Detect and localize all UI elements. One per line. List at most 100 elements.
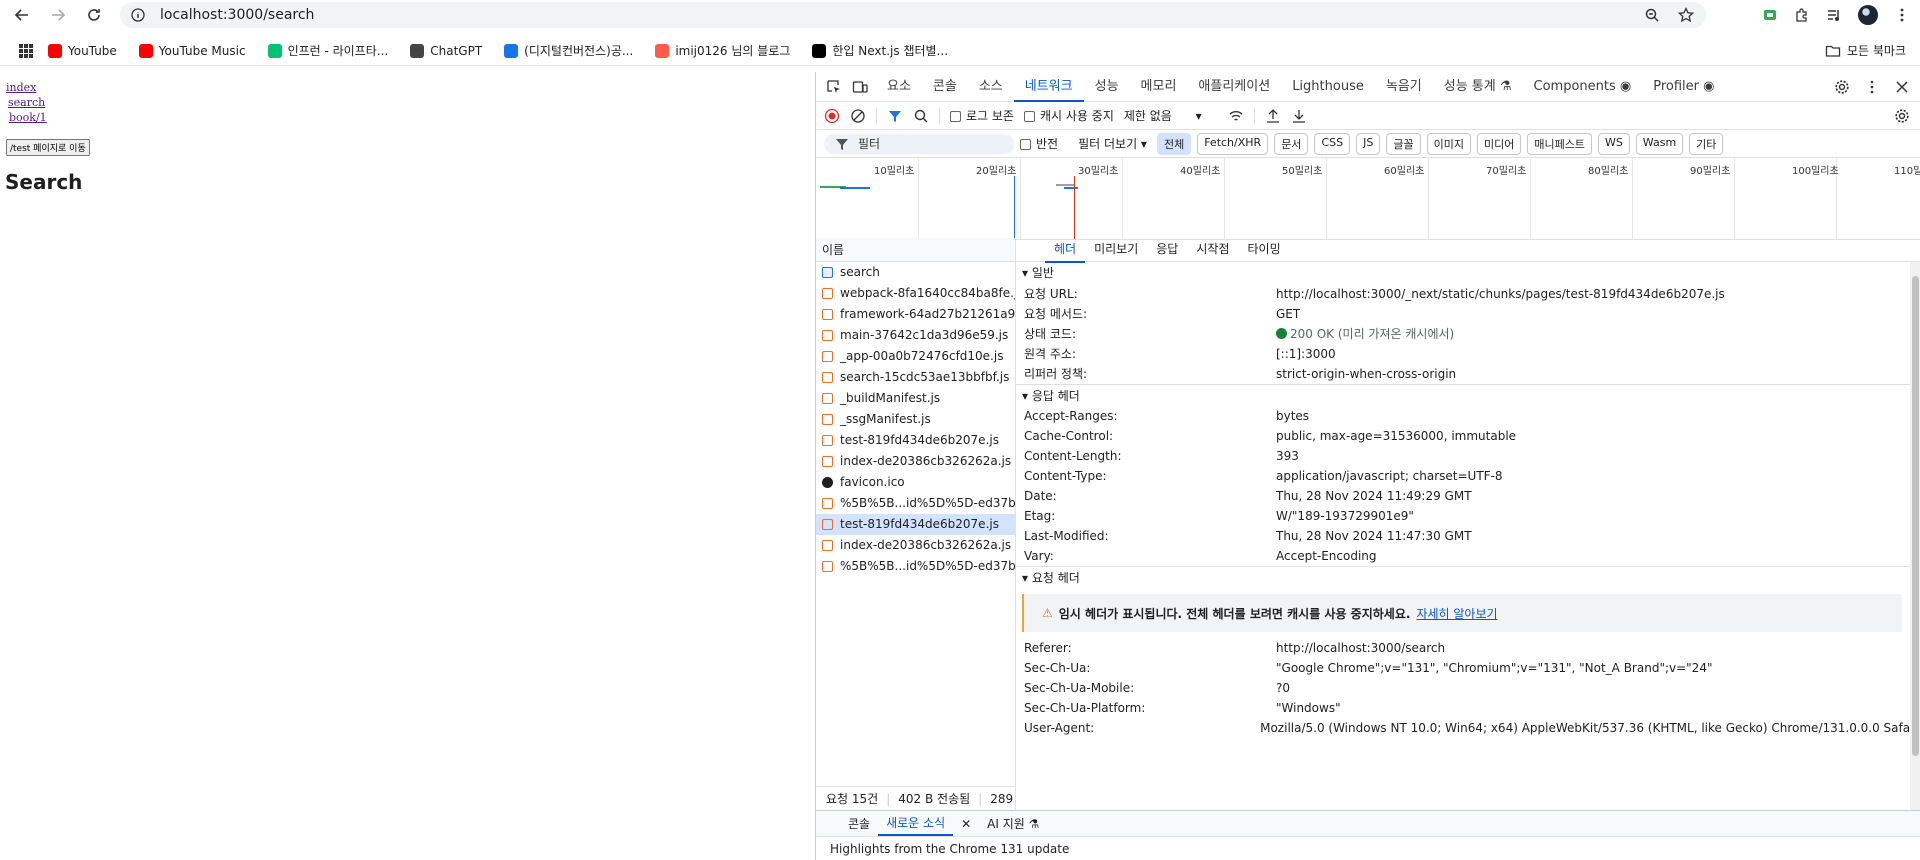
detail-tab[interactable]: 시작점 [1187, 238, 1238, 263]
filter-chip[interactable]: 기타 [1689, 132, 1724, 155]
star-bookmark-icon[interactable] [1678, 7, 1694, 23]
detail-scrollbar[interactable] [1910, 262, 1920, 810]
extension-green-icon[interactable] [1762, 7, 1778, 23]
link-search[interactable]: search [8, 95, 815, 110]
go-to-test-button[interactable]: /test 페이지로 이동 [6, 139, 90, 156]
devtools-tab[interactable]: Components ◉ [1523, 72, 1643, 102]
filter-chip[interactable]: Wasm [1635, 132, 1684, 155]
drawer-tab[interactable]: 콘솔 [840, 815, 878, 832]
settings-gear-icon[interactable] [1834, 79, 1850, 95]
more-filters-dropdown[interactable]: 필터 더보기 ▾ [1078, 135, 1147, 152]
bookmark-item[interactable]: YouTube [48, 42, 117, 59]
bookmark-item[interactable]: YouTube Music [138, 42, 246, 59]
detail-tab[interactable]: 응답 [1147, 238, 1187, 263]
inspect-element-icon[interactable] [826, 79, 842, 95]
devtools-tab[interactable]: 소스 [968, 72, 1014, 102]
detail-tab[interactable]: 타이밍 [1238, 238, 1289, 263]
name-column-header[interactable]: 이름 [816, 238, 1015, 262]
drawer-menu-icon[interactable] [816, 816, 832, 832]
request-row[interactable]: test-819fd434de6b207e.js [816, 514, 1015, 535]
request-row[interactable]: webpack-8fa1640cc84ba8fe.js [816, 283, 1015, 304]
filter-chip[interactable]: Fetch/XHR [1197, 132, 1269, 155]
all-bookmarks-button[interactable]: 모든 북마크 [1825, 42, 1906, 59]
bookmark-item[interactable]: ChatGPT [410, 42, 482, 59]
devtools-tab[interactable]: 요소 [876, 72, 922, 102]
disable-cache-checkbox[interactable]: 캐시 사용 중지 [1023, 107, 1114, 124]
preserve-log-checkbox[interactable]: 로그 보존 [950, 107, 1014, 124]
devtools-tab[interactable]: 메모리 [1130, 72, 1188, 102]
request-row[interactable]: _ssgManifest.js [816, 409, 1015, 430]
network-conditions-icon[interactable] [1228, 108, 1244, 124]
filter-chip[interactable]: WS [1597, 132, 1630, 155]
filter-chip[interactable]: JS [1356, 132, 1381, 155]
request-row[interactable]: framework-64ad27b21261a9c... [816, 304, 1015, 325]
export-har-icon[interactable] [1291, 108, 1307, 124]
devtools-tab[interactable]: Profiler ◉ [1642, 72, 1725, 102]
profile-avatar[interactable] [1858, 5, 1878, 25]
media-control-icon[interactable] [1826, 7, 1842, 23]
request-row[interactable]: test-819fd434de6b207e.js [816, 430, 1015, 451]
close-detail-icon[interactable] [1016, 242, 1036, 258]
link-index[interactable]: index [6, 80, 815, 95]
import-har-icon[interactable] [1265, 108, 1281, 124]
invert-checkbox[interactable]: 반전 [1020, 135, 1058, 152]
devtools-tab[interactable]: 콘솔 [922, 72, 968, 102]
site-info-icon[interactable] [130, 7, 146, 23]
address-bar[interactable]: localhost:3000/search [120, 2, 1706, 28]
request-row[interactable]: search-15cdc53ae13bbfbf.js [816, 367, 1015, 388]
general-section-header[interactable]: ▾ 일반 [1016, 262, 1920, 284]
request-row[interactable]: main-37642c1da3d96e59.js [816, 325, 1015, 346]
zoom-icon[interactable] [1644, 7, 1660, 23]
learn-more-link[interactable]: 자세히 알아보기 [1416, 605, 1497, 622]
devtools-menu-icon[interactable] [1864, 79, 1880, 95]
request-row[interactable]: %5B%5B...id%5D%5D-ed37b4... [816, 493, 1015, 514]
request-row[interactable]: search [816, 262, 1015, 283]
filter-chip[interactable]: 미디어 [1476, 132, 1522, 155]
filter-funnel-icon[interactable] [887, 108, 903, 124]
filter-chip[interactable]: 문서 [1274, 132, 1309, 155]
throttle-select[interactable]: 제한 없음 ▾ [1124, 107, 1202, 124]
network-settings-icon[interactable] [1894, 108, 1910, 124]
forward-button[interactable] [44, 1, 72, 29]
back-button[interactable] [8, 1, 36, 29]
devtools-tab[interactable]: 애플리케이션 [1187, 72, 1281, 102]
filter-chip[interactable]: 전체 [1156, 132, 1192, 155]
filter-chip[interactable]: 매니페스트 [1527, 132, 1592, 155]
detail-tab[interactable]: 헤더 [1045, 238, 1086, 263]
apps-grid-icon[interactable] [18, 43, 34, 59]
device-toolbar-icon[interactable] [852, 79, 868, 95]
search-icon[interactable] [913, 108, 929, 124]
filter-input[interactable]: 필터 [824, 133, 1014, 154]
link-book[interactable]: book/1 [9, 110, 815, 125]
devtools-tab[interactable]: Lighthouse [1281, 72, 1375, 102]
reload-button[interactable] [80, 1, 108, 29]
request-row[interactable]: favicon.ico [816, 472, 1015, 493]
close-tab-icon[interactable]: ✕ [953, 817, 979, 831]
drawer-tab[interactable]: AI 지원 ⚗ [979, 815, 1047, 832]
devtools-tab[interactable]: 녹음기 [1375, 72, 1433, 102]
devtools-tab[interactable]: 성능 [1084, 72, 1130, 102]
request-row[interactable]: index-de20386cb326262a.js [816, 535, 1015, 556]
clear-icon[interactable] [850, 108, 866, 124]
close-devtools-icon[interactable] [1894, 79, 1910, 95]
bookmark-item[interactable]: 인프런 - 라이프타... [267, 42, 388, 59]
request-row[interactable]: _app-00a0b72476cfd10e.js [816, 346, 1015, 367]
kebab-menu-icon[interactable] [1894, 7, 1910, 23]
bookmark-item[interactable]: (디지털컨버전스)공... [504, 42, 633, 59]
filter-chip[interactable]: 이미지 [1426, 132, 1471, 155]
request-headers-section-header[interactable]: ▾ 요청 헤더 [1016, 566, 1920, 588]
request-row[interactable]: %5B%5B...id%5D%5D-ed37b4... [816, 556, 1015, 577]
response-headers-section-header[interactable]: ▾ 응답 헤더 [1016, 384, 1920, 406]
filter-chip[interactable]: CSS [1314, 132, 1351, 155]
detail-tab[interactable]: 미리보기 [1085, 238, 1147, 263]
request-row[interactable]: index-de20386cb326262a.js [816, 451, 1015, 472]
drawer-tab[interactable]: 새로운 소식 [878, 812, 954, 836]
bookmark-item[interactable]: 한입 Next.js 챕터별... [812, 42, 948, 59]
close-drawer-icon[interactable] [1898, 816, 1914, 832]
request-row[interactable]: _buildManifest.js [816, 388, 1015, 409]
devtools-tab[interactable]: 네트워크 [1013, 72, 1084, 102]
filter-chip[interactable]: 글꼴 [1386, 132, 1421, 155]
devtools-tab[interactable]: 성능 통계 ⚗ [1433, 72, 1523, 102]
record-stop-icon[interactable] [824, 108, 840, 124]
extensions-puzzle-icon[interactable] [1794, 7, 1810, 23]
